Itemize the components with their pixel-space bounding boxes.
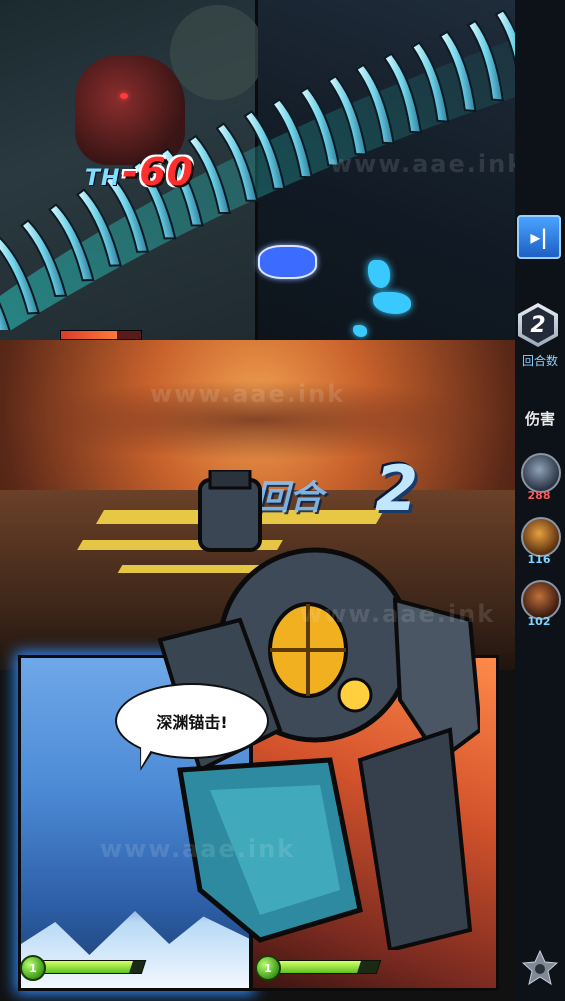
watermark: www.aae.ink bbox=[300, 600, 496, 628]
damage-popup-value: -60 bbox=[122, 150, 195, 194]
speech-bubble-text: 深渊锚击! bbox=[156, 713, 228, 732]
damage-popup: TH-60 bbox=[85, 150, 194, 194]
watermark: www.aae.ink bbox=[150, 380, 346, 408]
watermark: www.aae.ink bbox=[100, 835, 296, 863]
damage-popup-prefix: TH bbox=[85, 166, 121, 191]
unit-level-badge: 1 bbox=[20, 955, 46, 981]
damage-value: 102 bbox=[527, 615, 551, 628]
hero-portrait-2-icon[interactable] bbox=[521, 517, 561, 557]
skip-icon: ▸| bbox=[530, 225, 548, 249]
speech-bubble: 深渊锚击! bbox=[115, 683, 269, 759]
hero-portrait-1-icon[interactable] bbox=[521, 453, 561, 493]
unit-level-badge: 1 bbox=[255, 955, 281, 981]
unit-hp-bar-1: 1 bbox=[20, 953, 147, 981]
unit-hp-bar-2: 1 bbox=[255, 953, 382, 981]
watermark: www.aae.ink bbox=[330, 150, 515, 178]
damage-value: 116 bbox=[527, 553, 551, 566]
enemy-hp-bar bbox=[60, 330, 142, 340]
round-counter-label: 回合数 bbox=[521, 354, 558, 368]
hero-portrait-3-icon[interactable] bbox=[521, 580, 561, 620]
battle-stage: TH-60 回合 2 深渊锚击! 1 1 www.aae.ink www.aae… bbox=[0, 0, 515, 1001]
skip-button[interactable]: ▸| bbox=[517, 215, 561, 259]
damage-ranking-label: 伤害 bbox=[524, 410, 555, 428]
damage-value: 288 bbox=[527, 489, 551, 502]
game-emblem-icon bbox=[522, 950, 558, 986]
round-counter-number: 2 bbox=[522, 307, 554, 343]
